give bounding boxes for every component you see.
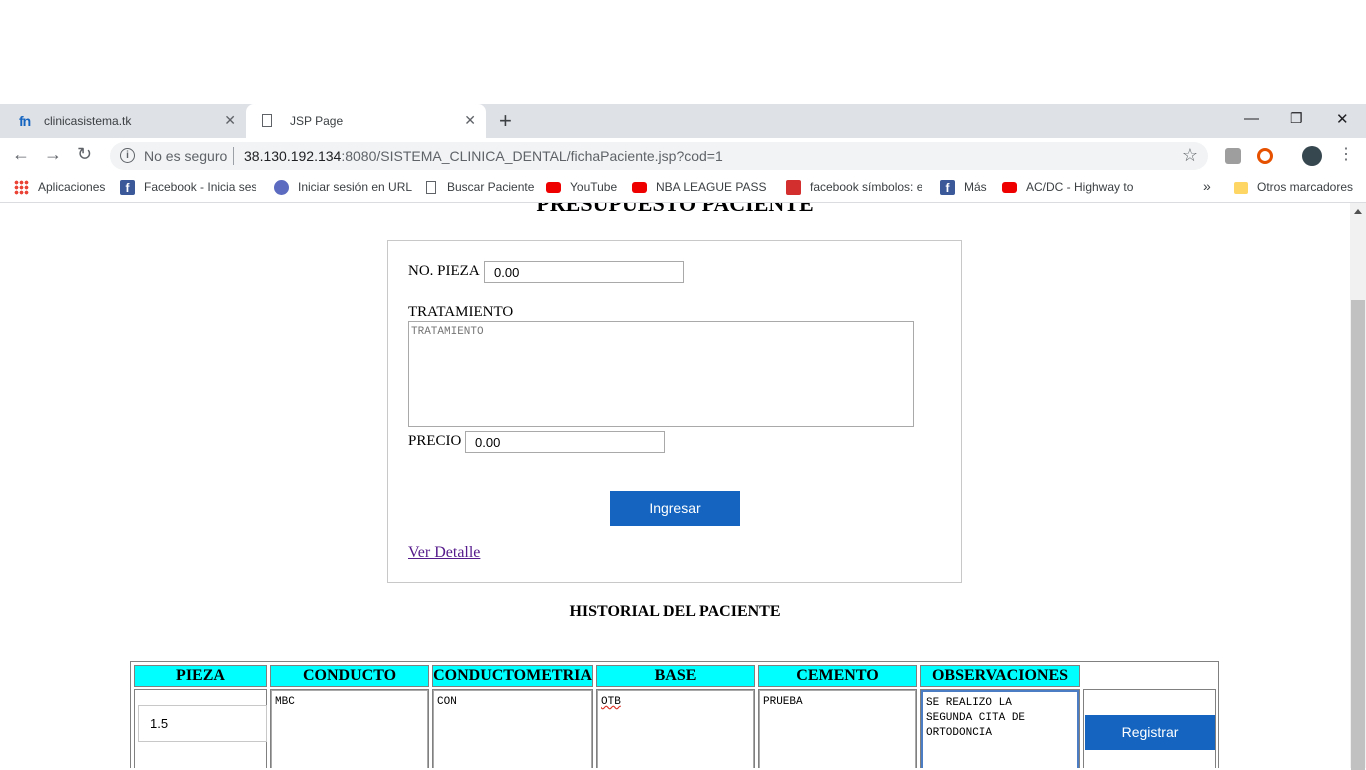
minimize-icon[interactable]: —: [1244, 110, 1259, 127]
menu-dots-icon[interactable]: ⋮: [1338, 144, 1354, 164]
observaciones-textarea[interactable]: SE REALIZO LA SEGUNDA CITA DE ORTODONCIA: [921, 690, 1079, 768]
bookmark-mas[interactable]: Más: [964, 180, 987, 194]
fn-favicon-icon: fn: [19, 113, 31, 129]
apps-grid-icon: [14, 180, 29, 195]
cell-cemento: PRUEBA: [758, 689, 917, 768]
bookmark-star-icon[interactable]: ☆: [1182, 145, 1198, 166]
back-icon[interactable]: ←: [12, 144, 30, 165]
pieza-input[interactable]: 0.00: [484, 261, 684, 283]
tab-title: JSP Page: [290, 114, 344, 128]
close-icon[interactable]: ✕: [224, 112, 236, 129]
historial-title: HISTORIAL DEL PACIENTE: [569, 603, 781, 620]
pieza-label: NO. PIEZA: [408, 263, 480, 279]
pieza-cell-input[interactable]: 1.5: [138, 705, 267, 742]
lightning-icon: [786, 180, 801, 195]
vertical-scrollbar[interactable]: [1350, 203, 1366, 770]
bookmark-facebook-simbolos[interactable]: facebook símbolos: e: [810, 180, 922, 194]
more-bookmarks-chevron[interactable]: »: [1203, 178, 1211, 194]
bookmark-facebook[interactable]: Facebook - Inicia sesi: [144, 180, 256, 194]
bookmark-login-url[interactable]: Iniciar sesión en URL: [298, 180, 412, 194]
bookmarks-bar: Aplicaciones f Facebook - Inicia sesi In…: [0, 174, 1366, 203]
url-path: :8080/SISTEMA_CLINICA_DENTAL/fichaPacien…: [341, 148, 723, 164]
base-textarea[interactable]: OTB: [597, 690, 754, 768]
info-icon[interactable]: i: [120, 148, 135, 163]
page-favicon-icon: [262, 114, 272, 127]
youtube-icon: [632, 182, 647, 193]
registrar-button[interactable]: Registrar: [1085, 715, 1215, 750]
tab-jsp-page[interactable]: JSP Page ✕: [246, 104, 486, 138]
historial-table: PIEZA CONDUCTO CONDUCTOMETRIA BASE CEMEN…: [130, 661, 1219, 768]
cell-action: Registrar: [1083, 689, 1216, 768]
extension-record-icon[interactable]: [1257, 148, 1273, 164]
globe-icon: [274, 180, 289, 195]
conductometria-textarea[interactable]: CON: [433, 690, 592, 768]
bookmark-otros-marcadores[interactable]: Otros marcadores: [1257, 180, 1353, 194]
page-content: PRESUPUESTO PACIENTE NO. PIEZA 0.00 TRAT…: [0, 203, 1350, 768]
url-text[interactable]: 38.130.192.134:8080/SISTEMA_CLINICA_DENT…: [244, 148, 723, 164]
bookmark-nba[interactable]: NBA LEAGUE PASS H: [656, 180, 768, 194]
youtube-icon: [546, 182, 561, 193]
cell-observaciones: SE REALIZO LA SEGUNDA CITA DE ORTODONCIA: [920, 689, 1080, 768]
browser-toolbar: ← → ↻ i No es seguro 38.130.192.134:8080…: [0, 138, 1366, 174]
restore-icon[interactable]: ❐: [1290, 110, 1303, 127]
header-pieza: PIEZA: [134, 665, 267, 687]
bookmark-buscar-paciente[interactable]: Buscar Paciente: [447, 180, 534, 194]
new-tab-icon[interactable]: +: [499, 108, 512, 134]
header-conducto: CONDUCTO: [270, 665, 429, 687]
ver-detalle-link[interactable]: Ver Detalle: [408, 544, 480, 562]
bookmark-youtube[interactable]: YouTube: [570, 180, 617, 194]
top-blank-area: [0, 0, 1366, 104]
tab-strip: fn clinicasistema.tk ✕ JSP Page ✕ + — ❐ …: [0, 104, 1366, 138]
cell-base: OTB: [596, 689, 755, 768]
facebook-icon: f: [120, 180, 135, 195]
window-close-icon[interactable]: ✕: [1336, 110, 1349, 128]
cell-conducto: MBC: [270, 689, 429, 768]
folder-icon: [1234, 182, 1248, 194]
url-host: 38.130.192.134: [244, 148, 342, 164]
header-cemento: CEMENTO: [758, 665, 917, 687]
precio-label: PRECIO: [408, 433, 462, 449]
tratamiento-label: TRATAMIENTO: [408, 304, 514, 320]
cemento-textarea[interactable]: PRUEBA: [759, 690, 916, 768]
page-title: PRESUPUESTO PACIENTE: [536, 203, 814, 216]
reload-icon[interactable]: ↻: [77, 144, 92, 165]
scrollbar-thumb[interactable]: [1351, 300, 1365, 770]
cell-conductometria: CON: [432, 689, 593, 768]
address-bar[interactable]: i No es seguro 38.130.192.134:8080/SISTE…: [110, 142, 1208, 170]
close-icon[interactable]: ✕: [464, 112, 476, 129]
security-label: No es seguro: [144, 148, 228, 164]
forward-icon[interactable]: →: [44, 144, 62, 165]
tab-clinicasistema[interactable]: fn clinicasistema.tk ✕: [0, 104, 246, 138]
header-conductometria: CONDUCTOMETRIA: [432, 665, 593, 687]
ingresar-button[interactable]: Ingresar: [610, 491, 740, 526]
avatar[interactable]: [1302, 146, 1322, 166]
tab-title: clinicasistema.tk: [44, 114, 132, 128]
presupuesto-form: NO. PIEZA 0.00 TRATAMIENTO TRATAMIENTO P…: [387, 240, 962, 583]
bookmark-acdc[interactable]: AC/DC - Highway to: [1026, 180, 1138, 194]
scroll-up-arrow-icon[interactable]: [1354, 209, 1362, 214]
header-base: BASE: [596, 665, 755, 687]
conducto-textarea[interactable]: MBC: [271, 690, 428, 768]
divider: [233, 147, 234, 165]
facebook-icon: f: [940, 180, 955, 195]
precio-input[interactable]: 0.00: [465, 431, 665, 453]
bookmark-apps[interactable]: Aplicaciones: [38, 180, 105, 194]
extension-shield-icon[interactable]: [1225, 148, 1241, 164]
cell-pieza: 1.5: [134, 689, 267, 768]
page-icon: [426, 181, 436, 194]
youtube-icon: [1002, 182, 1017, 193]
header-observaciones: OBSERVACIONES: [920, 665, 1080, 687]
tratamiento-textarea[interactable]: TRATAMIENTO: [408, 321, 914, 427]
